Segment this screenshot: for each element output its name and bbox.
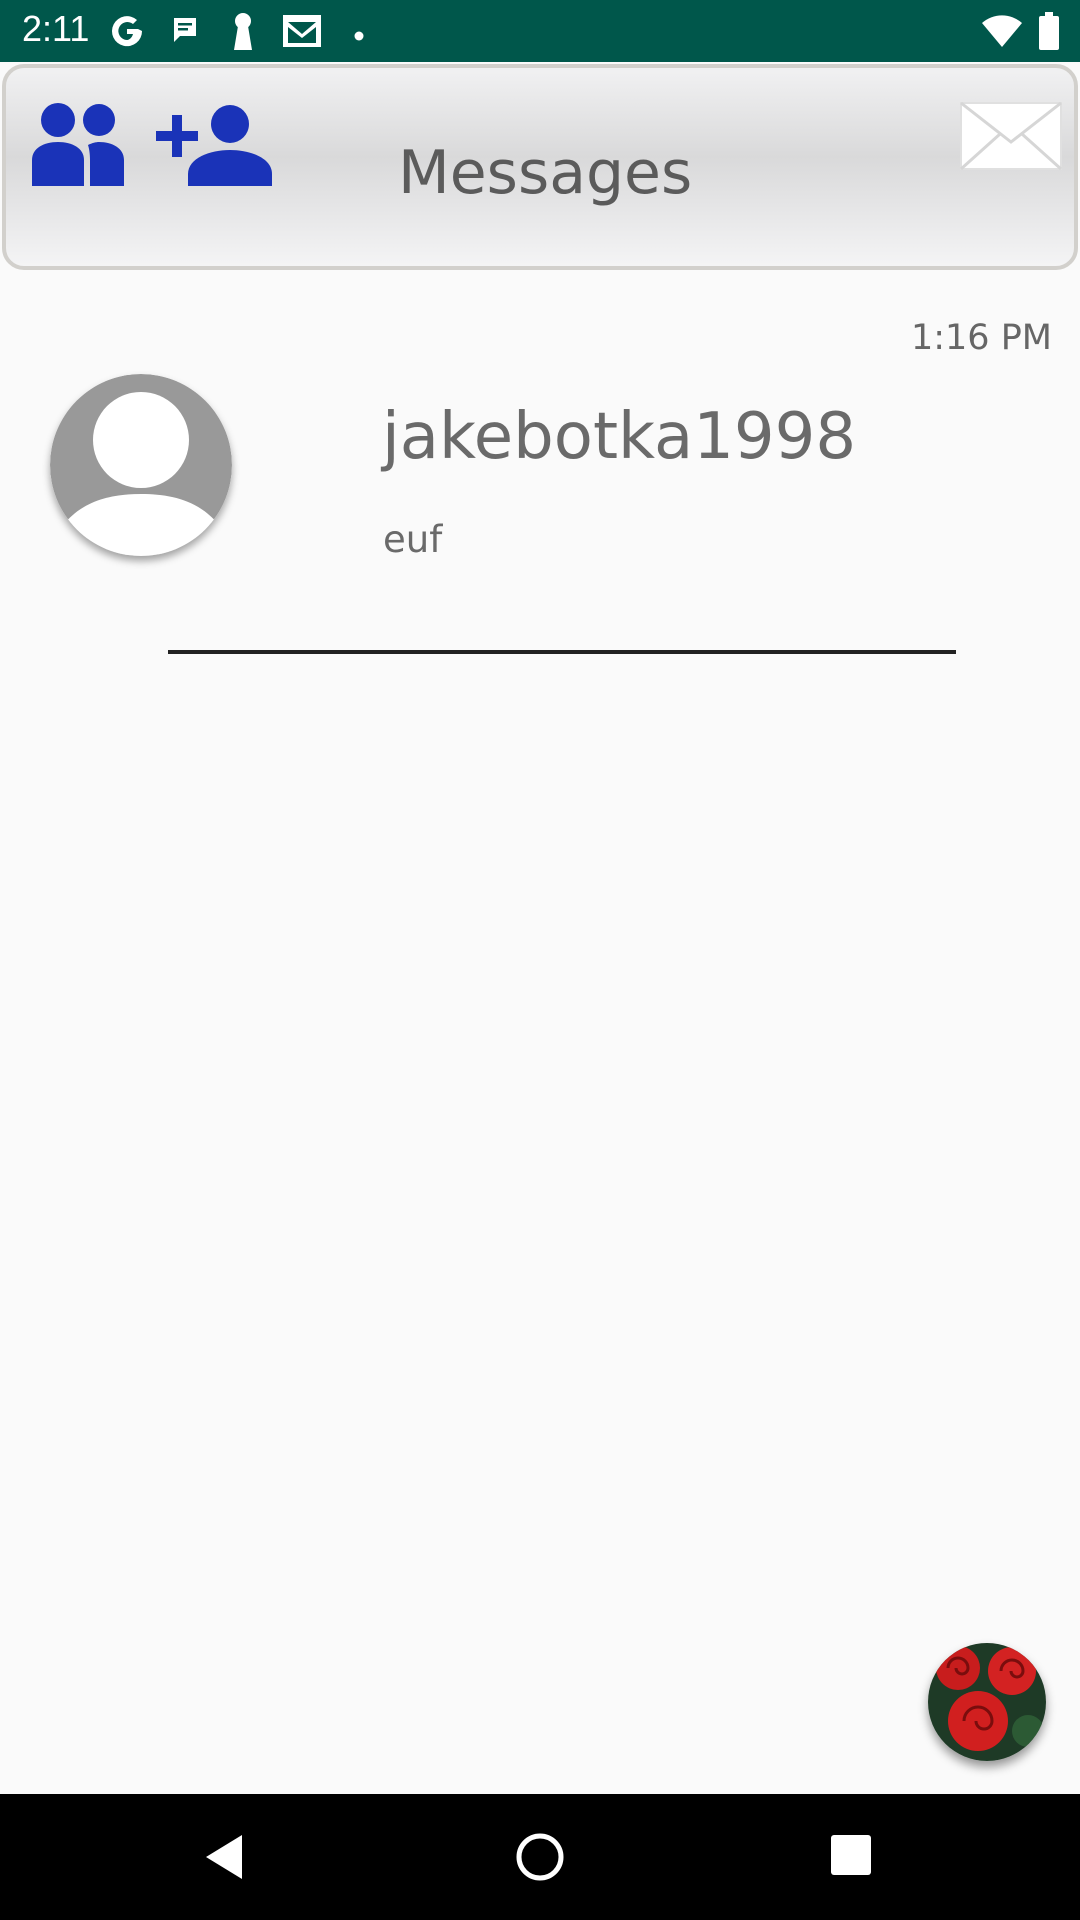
home-icon[interactable] [515, 1832, 565, 1886]
mail-icon[interactable] [959, 101, 1063, 174]
add-friend-icon[interactable] [156, 104, 272, 190]
default-avatar-icon [50, 374, 232, 556]
gmail-icon [282, 14, 322, 52]
keyhole-icon [232, 12, 254, 56]
recents-icon[interactable] [830, 1834, 872, 1880]
conversation-item[interactable]: 1:16 PM jakebotka1998 euf [0, 300, 1080, 670]
status-bar: 2:11 [0, 0, 1080, 62]
friends-icon[interactable] [32, 100, 126, 190]
wifi-icon [982, 14, 1022, 52]
page-title: Messages [398, 138, 693, 208]
back-icon[interactable] [204, 1834, 244, 1884]
header-bar: Messages [2, 64, 1078, 270]
navigation-bar [0, 1794, 1080, 1920]
roses-image-button[interactable] [928, 1643, 1046, 1761]
google-icon [108, 12, 146, 54]
chat-icon [172, 16, 198, 50]
conversation-name: jakebotka1998 [382, 400, 857, 474]
dot-icon [354, 26, 364, 45]
divider [168, 650, 956, 654]
messages-screen: 2:11 Messages 1:16 PM jakebotka1998 euf [0, 0, 1080, 1920]
battery-icon [1038, 12, 1060, 54]
conversation-preview: euf [383, 518, 443, 561]
status-time: 2:11 [22, 8, 90, 49]
roses-image [928, 1643, 1046, 1761]
conversation-time: 1:16 PM [910, 318, 1052, 358]
